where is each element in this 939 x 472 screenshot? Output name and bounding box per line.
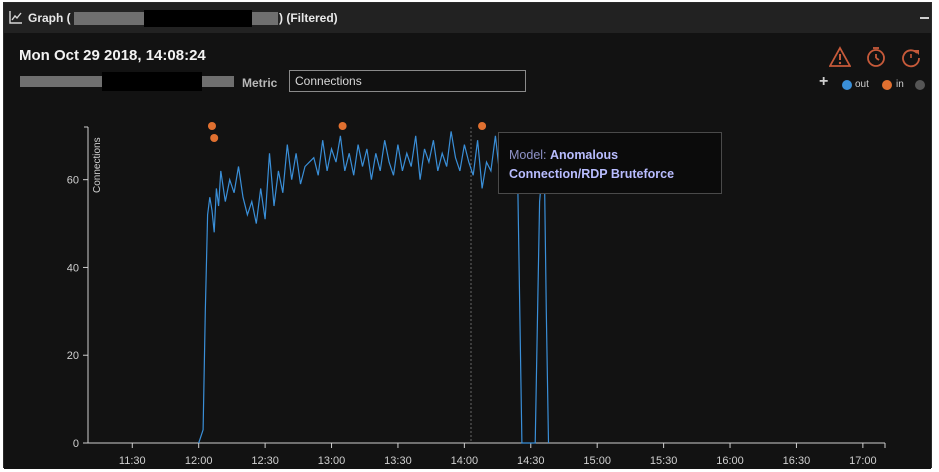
redacted-block (252, 12, 278, 25)
y-tick-label: 20 (67, 350, 79, 362)
x-tick-label: 13:30 (384, 455, 412, 467)
y-axis-title: Connections (92, 137, 103, 193)
graph-content: Mon Oct 29 2018, 14:08:24 Metric + out i… (4, 33, 931, 469)
connections-chart[interactable]: 0 20 40 60 Connections 11:30 12:00 12:30 13:00 13… (4, 33, 931, 469)
window-titlebar: Graph ( ) (Filtered) (4, 3, 931, 34)
x-tick-label: 11:30 (119, 455, 146, 467)
model-breach-marker (478, 122, 487, 130)
x-tick-label: 15:00 (583, 455, 611, 467)
graph-window: Graph ( ) (Filtered) Mon Oct 29 2018, 14… (3, 2, 932, 469)
x-tick-label: 12:00 (185, 455, 213, 467)
y-tick-label: 0 (73, 438, 79, 450)
x-tick-label: 13:00 (318, 455, 346, 467)
x-tick-label: 14:30 (517, 455, 545, 467)
series-line-out (198, 131, 550, 444)
tooltip-key: Model: (509, 148, 547, 162)
model-breach-marker (207, 122, 216, 130)
redacted-block (144, 10, 252, 27)
model-breach-marker (210, 134, 219, 142)
x-tick-label: 15:30 (650, 455, 678, 467)
tooltip-value-line1: Anomalous (550, 148, 619, 162)
x-tick-label: 16:00 (716, 455, 744, 467)
x-tick-label: 14:00 (451, 455, 479, 467)
window-title-prefix: Graph ( (28, 11, 71, 25)
window-title-suffix: ) (Filtered) (279, 11, 338, 25)
line-chart-icon (9, 11, 22, 24)
minimize-button[interactable] (920, 17, 929, 19)
model-tooltip: Model: Anomalous Connection/RDP Brutefor… (498, 132, 722, 194)
model-breach-marker (338, 122, 347, 130)
y-tick-label: 40 (67, 262, 79, 274)
redacted-block (74, 12, 144, 25)
y-tick-label: 60 (67, 175, 79, 187)
tooltip-value-line2: Connection/RDP Bruteforce (509, 167, 675, 181)
x-tick-label: 12:30 (251, 455, 279, 467)
x-tick-label: 16:30 (783, 455, 811, 467)
x-tick-label: 17:00 (849, 455, 877, 467)
